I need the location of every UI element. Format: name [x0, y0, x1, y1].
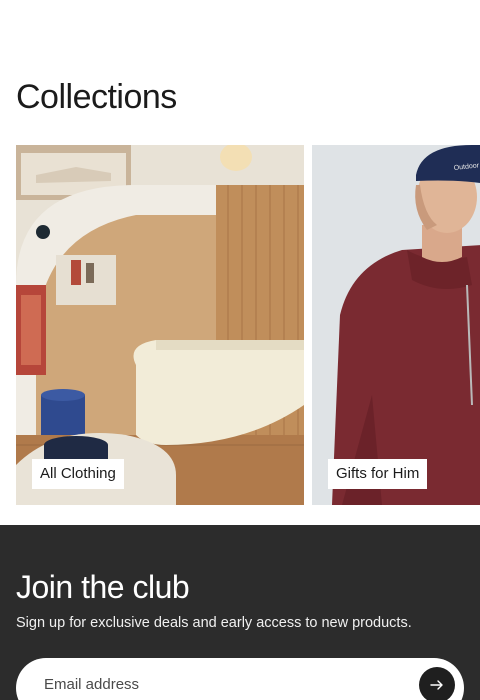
store-interior-image [16, 145, 304, 505]
collection-label: Gifts for Him [328, 459, 428, 489]
newsletter-description: Sign up for exclusive deals and early ac… [16, 615, 412, 631]
email-form [16, 658, 464, 700]
collection-card-gifts-for-him[interactable]: Outdoor Gifts for Him [312, 145, 480, 505]
arrow-right-icon [430, 680, 443, 690]
collection-label: All Clothing [32, 459, 124, 489]
collection-card-all-clothing[interactable]: All Clothing [16, 145, 304, 505]
newsletter-heading: Join the club [16, 569, 190, 605]
model-image: Outdoor [312, 145, 480, 505]
subscribe-button[interactable] [419, 667, 455, 700]
email-input[interactable] [44, 672, 404, 696]
newsletter-section: Join the club Sign up for exclusive deal… [0, 525, 480, 700]
collections-heading: Collections [16, 78, 177, 116]
